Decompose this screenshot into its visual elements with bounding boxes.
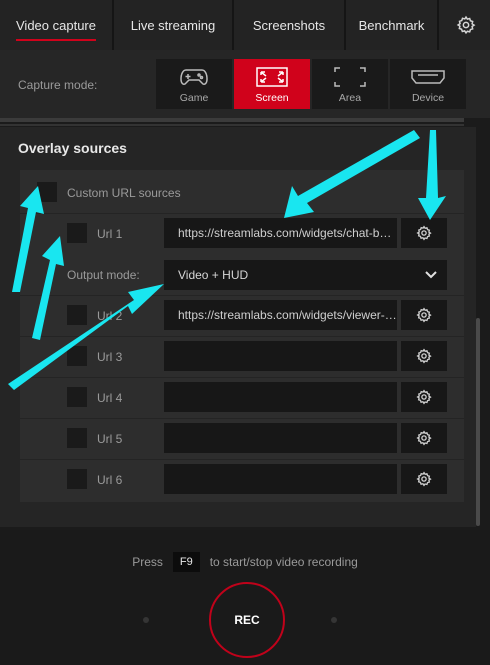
gamepad-icon [179,67,209,87]
row-divider [20,295,464,296]
row-divider [20,377,464,378]
tab-label: Live streaming [130,17,216,33]
row-divider [20,418,464,419]
gear-icon [456,15,475,35]
hint-press: Press [132,555,163,569]
output-mode-value: Video + HUD [178,268,249,282]
url-5-checkbox[interactable] [67,428,87,448]
area-select-icon [334,67,366,87]
output-mode-select[interactable]: Video + HUD [164,260,447,290]
tab-live-streaming[interactable]: Live streaming [112,0,232,50]
divider [0,124,464,126]
url-3-label: Url 3 [97,350,123,364]
url-6-label: Url 6 [97,473,123,487]
url-1-settings-button[interactable] [401,218,447,248]
chevron-down-icon [425,260,437,290]
divider [0,118,464,122]
url-1-label: Url 1 [97,227,123,241]
gear-icon [416,471,432,487]
custom-url-checkbox[interactable] [37,182,57,202]
capture-mode-label: Capture mode: [18,78,98,92]
gear-icon [416,389,432,405]
url-1-input[interactable]: https://streamlabs.com/widgets/chat-box/… [164,218,397,248]
url-1-checkbox[interactable] [67,223,87,243]
gear-icon [416,430,432,446]
record-label: REC [234,613,260,627]
hdmi-icon [411,67,445,87]
url-2-checkbox[interactable] [67,305,87,325]
url-4-input[interactable] [164,382,397,412]
tab-label: Screenshots [252,17,326,33]
url-6-checkbox[interactable] [67,469,87,489]
gear-icon [416,307,432,323]
mode-area-label: Area [338,92,362,104]
url-3-input[interactable] [164,341,397,371]
url-3-checkbox[interactable] [67,346,87,366]
tab-label: Benchmark [358,17,425,33]
mode-device-button[interactable]: Device [390,59,466,109]
tab-benchmark[interactable]: Benchmark [344,0,437,50]
hint-suffix: to start/stop video recording [209,555,358,569]
tab-label: Video capture [16,18,96,41]
gear-icon [416,225,432,241]
mode-area-button[interactable]: Area [312,59,388,109]
custom-url-label: Custom URL sources [67,186,181,200]
url-5-input[interactable] [164,423,397,453]
url-2-input[interactable]: https://streamlabs.com/widgets/viewer-co… [164,300,397,330]
indicator-dot [143,617,149,623]
url-6-settings-button[interactable] [401,464,447,494]
mode-game-label: Game [179,92,209,104]
row-divider [20,213,464,214]
mode-device-label: Device [411,92,445,104]
mode-screen-label: Screen [255,92,289,104]
scrollbar-thumb[interactable] [476,318,480,526]
mode-game-button[interactable]: Game [156,59,232,109]
url-2-settings-button[interactable] [401,300,447,330]
url-5-settings-button[interactable] [401,423,447,453]
record-button[interactable]: REC [209,582,285,658]
row-divider [20,459,464,460]
mode-screen-button[interactable]: Screen [234,59,310,109]
top-navigation: Video capture Live streaming Screenshots… [0,0,490,50]
url-6-input[interactable] [164,464,397,494]
screen-expand-icon [256,67,288,87]
row-divider [20,336,464,337]
output-mode-label: Output mode: [67,268,140,282]
hotkey-badge: F9 [172,552,200,572]
gear-icon [416,348,432,364]
overlay-sources-title: Overlay sources [18,140,127,156]
url-4-label: Url 4 [97,391,123,405]
url-2-label: Url 2 [97,309,123,323]
tab-video-capture[interactable]: Video capture [0,0,112,50]
url-3-settings-button[interactable] [401,341,447,371]
url-5-label: Url 5 [97,432,123,446]
record-hint: Press F9 to start/stop video recording [0,552,490,572]
url-4-checkbox[interactable] [67,387,87,407]
settings-button[interactable] [437,0,490,50]
indicator-dot [331,617,337,623]
url-4-settings-button[interactable] [401,382,447,412]
tab-screenshots[interactable]: Screenshots [232,0,344,50]
capture-mode-row: Capture mode: Game Screen Area Device [0,50,490,118]
